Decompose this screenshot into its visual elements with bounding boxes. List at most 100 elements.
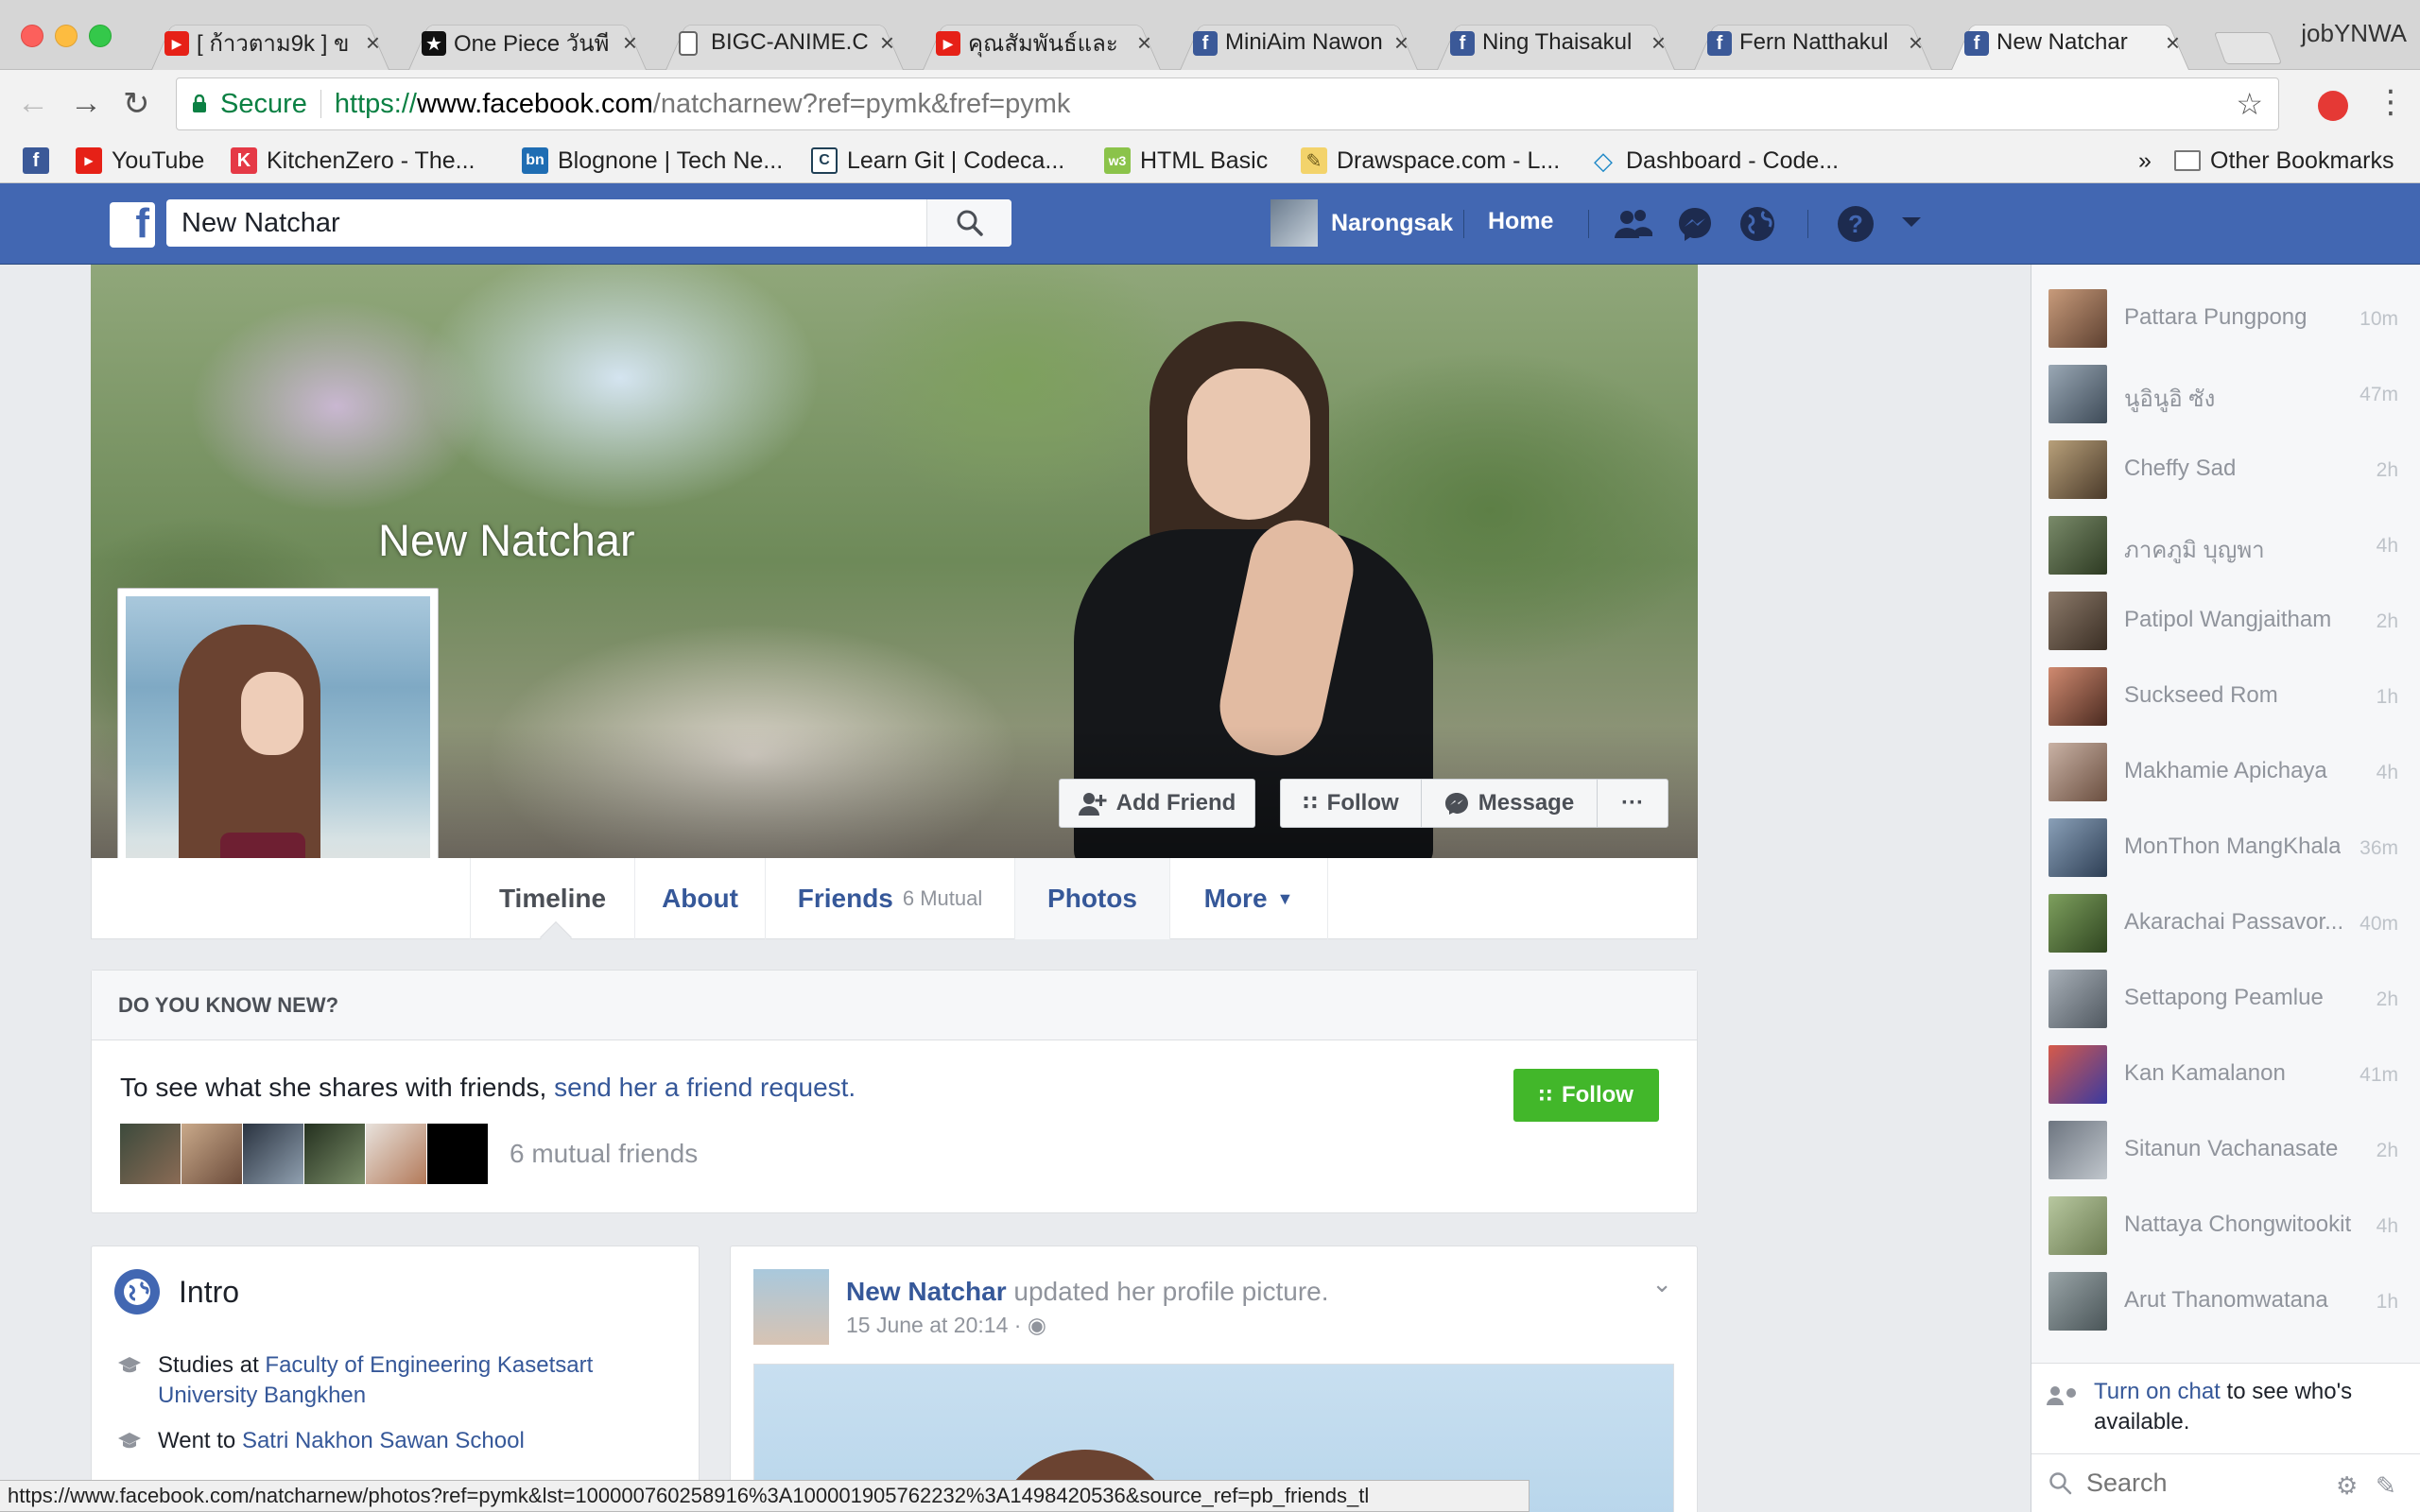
browser-tab[interactable]: ▶ คุณสัมพันธ์และ ×: [913, 15, 1170, 70]
avatar[interactable]: [753, 1269, 829, 1345]
chat-contact[interactable]: Akarachai Passavor... 40m: [2031, 881, 2420, 956]
bookmark-drawspace[interactable]: ✎ Drawspace.com - L...: [1301, 144, 1560, 178]
chat-contact[interactable]: Settapong Peamlue 2h: [2031, 956, 2420, 1032]
search-input[interactable]: [166, 199, 926, 247]
school-row: Went to Satri Nakhon Sawan School: [118, 1426, 666, 1456]
bookmark-facebook[interactable]: f: [23, 144, 59, 178]
post-author-link[interactable]: New Natchar: [846, 1277, 1007, 1306]
tab-photos[interactable]: Photos: [1014, 858, 1169, 939]
message-button[interactable]: Message: [1421, 779, 1598, 828]
close-icon[interactable]: ×: [1909, 28, 1923, 58]
browser-tab[interactable]: ▶ [ ก้าวตาม9k ] ข ×: [142, 15, 399, 70]
help-icon[interactable]: ?: [1836, 204, 1876, 244]
chat-contact[interactable]: Sitanun Vachanasate 2h: [2031, 1108, 2420, 1183]
gear-icon[interactable]: ⚙: [2336, 1471, 2358, 1501]
back-arrow-icon[interactable]: ←: [17, 85, 49, 122]
tab-friends[interactable]: Friends 6 Mutual: [765, 858, 1014, 939]
follow-button[interactable]: ∷ Follow: [1280, 779, 1422, 828]
browser-tab[interactable]: f Fern Natthakul ×: [1685, 15, 1942, 70]
browser-profile-name[interactable]: jobYNWA: [2301, 19, 2407, 48]
close-icon[interactable]: ×: [880, 28, 894, 58]
browser-menu-icon[interactable]: ⋮: [2375, 83, 2407, 121]
address-bar[interactable]: Secure https:// www.facebook.com /natcha…: [176, 77, 2279, 130]
home-link[interactable]: Home: [1488, 208, 1553, 235]
close-icon[interactable]: ×: [1394, 28, 1409, 58]
avatar[interactable]: [120, 1124, 181, 1184]
forward-arrow-icon[interactable]: →: [70, 85, 102, 122]
intro-card: Intro Studies at Faculty of Engineering …: [91, 1246, 700, 1512]
browser-tab-active[interactable]: f New Natchar ×: [1942, 15, 2199, 70]
chat-contact[interactable]: Kan Kamalanon 41m: [2031, 1032, 2420, 1108]
chat-contact[interactable]: Patipol Wangjaitham 2h: [2031, 578, 2420, 654]
bookmark-dashboard[interactable]: ◇ Dashboard - Code...: [1590, 144, 1839, 178]
chat-contact[interactable]: นูอินูอิ ซัง 47m: [2031, 352, 2420, 427]
reload-icon[interactable]: ↻: [123, 85, 150, 123]
close-icon[interactable]: ×: [2166, 28, 2180, 58]
follow-button[interactable]: ∷ Follow: [1513, 1069, 1659, 1122]
chat-search-input[interactable]: [2086, 1469, 2323, 1498]
send-friend-request-link[interactable]: send her a friend request.: [554, 1073, 856, 1102]
bookmark-codecademy[interactable]: C Learn Git | Codeca...: [811, 144, 1064, 178]
turn-on-chat-link[interactable]: Turn on chat: [2094, 1379, 2221, 1404]
close-window-button[interactable]: [21, 25, 43, 47]
bookmark-star-icon[interactable]: ☆: [2236, 86, 2263, 122]
profile-name[interactable]: New Natchar: [378, 514, 635, 566]
star-icon: ★: [422, 31, 446, 56]
close-icon[interactable]: ×: [366, 28, 380, 58]
new-tab-button[interactable]: [2213, 32, 2283, 64]
browser-tab[interactable]: f MiniAim Nawon ×: [1170, 15, 1427, 70]
tab-about[interactable]: About: [634, 858, 765, 939]
profile-shortcut[interactable]: Narongsak: [1270, 198, 1453, 248]
tab-more[interactable]: More ▼: [1169, 858, 1328, 939]
bookmark-html-basic[interactable]: w3 HTML Basic: [1104, 144, 1268, 178]
avatar[interactable]: [182, 1124, 242, 1184]
bookmark-label: Blognone | Tech Ne...: [558, 146, 784, 174]
compose-icon[interactable]: ✎: [2376, 1471, 2396, 1501]
messenger-icon[interactable]: [1675, 204, 1715, 244]
school-link[interactable]: Satri Nakhon Sawan School: [242, 1428, 525, 1453]
bookmark-blognone[interactable]: bn Blognone | Tech Ne...: [522, 144, 783, 178]
chat-contact[interactable]: Suckseed Rom 1h: [2031, 654, 2420, 730]
bookmark-youtube[interactable]: ▶ YouTube: [76, 144, 204, 178]
chat-contact[interactable]: MonThon MangKhala 36m: [2031, 805, 2420, 881]
browser-tab[interactable]: f Ning Thaisakul ×: [1427, 15, 1685, 70]
friend-requests-icon[interactable]: [1613, 204, 1652, 244]
last-active-time: 1h: [2376, 686, 2398, 708]
contact-name: Nattaya Chongwitookit: [2124, 1211, 2351, 1237]
more-options-button[interactable]: ···: [1597, 779, 1668, 828]
went-prefix: Went to: [158, 1428, 242, 1453]
chevron-down-icon[interactable]: [1898, 214, 1925, 232]
mutual-friends-link[interactable]: 6 mutual friends: [510, 1139, 698, 1169]
chat-contact[interactable]: Cheffy Sad 2h: [2031, 427, 2420, 503]
facebook-logo-icon[interactable]: f: [110, 202, 155, 248]
avatar[interactable]: [366, 1124, 426, 1184]
chat-contact[interactable]: Makhamie Apichaya 4h: [2031, 730, 2420, 805]
chat-contact[interactable]: Pattara Pungpong 10m: [2031, 276, 2420, 352]
chevron-down-icon[interactable]: ⌄: [1651, 1269, 1672, 1298]
chat-contact[interactable]: Arut Thanomwatana 1h: [2031, 1259, 2420, 1334]
chat-contact[interactable]: Nattaya Chongwitookit 4h: [2031, 1183, 2420, 1259]
globe-notifications-icon[interactable]: [1737, 204, 1777, 244]
avatar[interactable]: [427, 1124, 488, 1184]
search-button[interactable]: [926, 199, 1011, 247]
post-timestamp[interactable]: 15 June at 20:14 · ◉: [846, 1313, 1046, 1338]
browser-tab[interactable]: ★ One Piece วันพี ×: [399, 15, 656, 70]
maximize-window-button[interactable]: [89, 25, 112, 47]
facebook-search-bar: [166, 199, 1011, 247]
other-bookmarks-folder[interactable]: Other Bookmarks: [2174, 144, 2394, 178]
avatar[interactable]: [243, 1124, 303, 1184]
prompt-text: To see what she shares with friends,: [120, 1073, 555, 1102]
chat-contact[interactable]: ภาคภูมิ บุญพา 4h: [2031, 503, 2420, 578]
avatar[interactable]: [304, 1124, 365, 1184]
bookmarks-overflow-button[interactable]: »: [2138, 144, 2152, 178]
close-icon[interactable]: ×: [1651, 28, 1666, 58]
close-icon[interactable]: ×: [623, 28, 637, 58]
browser-tab[interactable]: BIGC-ANIME.C ×: [656, 15, 913, 70]
contact-name: Makhamie Apichaya: [2124, 758, 2327, 783]
add-friend-button[interactable]: Add Friend: [1059, 779, 1255, 828]
extension-icon[interactable]: [2318, 91, 2348, 121]
tab-label: Friends: [797, 884, 893, 913]
close-icon[interactable]: ×: [1137, 28, 1151, 58]
minimize-window-button[interactable]: [55, 25, 78, 47]
bookmark-kitchenzero[interactable]: K KitchenZero - The...: [231, 144, 475, 178]
